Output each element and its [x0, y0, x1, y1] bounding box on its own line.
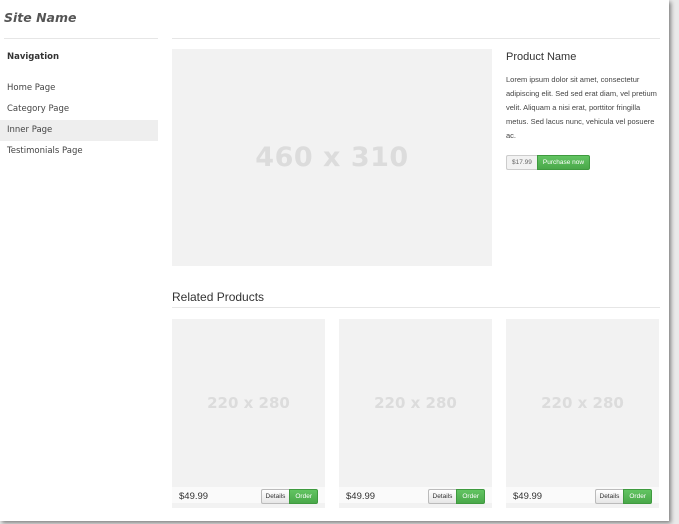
card-price: $49.99: [179, 491, 209, 502]
order-button[interactable]: Order: [289, 489, 318, 504]
purchase-button[interactable]: Purchase now: [536, 155, 591, 170]
related-product-image: 220 x 280: [172, 319, 325, 487]
site-name[interactable]: Site Name: [4, 10, 77, 25]
sidebar: Navigation Home Page Category Page Inner…: [0, 38, 158, 162]
product-info: Product Name Lorem ipsum dolor sit amet,…: [506, 51, 662, 170]
related-product-card: 220 x 280 $49.99 Details Order: [506, 319, 659, 514]
nav-item-category[interactable]: Category Page: [0, 99, 158, 120]
purchase-group: $17.99 Purchase now: [506, 155, 662, 170]
nav-item-home[interactable]: Home Page: [0, 78, 158, 99]
details-button[interactable]: Details: [260, 489, 290, 504]
card-footer: $49.99 Details Order: [339, 487, 492, 508]
details-button[interactable]: Details: [594, 489, 624, 504]
product-name: Product Name: [506, 51, 577, 63]
page-frame: Site Name Navigation Home Page Category …: [0, 0, 669, 521]
related-product-image: 220 x 280: [506, 319, 659, 487]
nav-title: Navigation: [7, 52, 59, 62]
card-buttons: Details Order: [427, 489, 485, 504]
related-divider: [172, 307, 660, 308]
nav-list: Home Page Category Page Inner Page Testi…: [0, 78, 158, 162]
order-button[interactable]: Order: [456, 489, 485, 504]
card-footer: $49.99 Details Order: [172, 487, 325, 508]
related-product-image: 220 x 280: [339, 319, 492, 487]
related-products-title: Related Products: [172, 290, 265, 304]
related-product-card: 220 x 280 $49.99 Details Order: [172, 319, 325, 514]
product-image: 460 x 310: [172, 49, 492, 266]
card-footer: $49.99 Details Order: [506, 487, 659, 508]
details-button[interactable]: Details: [427, 489, 457, 504]
nav-item-testimonials[interactable]: Testimonials Page: [0, 141, 158, 162]
product-description: Lorem ipsum dolor sit amet, consectetur …: [506, 75, 657, 140]
related-product-card: 220 x 280 $49.99 Details Order: [339, 319, 492, 514]
card-buttons: Details Order: [260, 489, 318, 504]
sidebar-divider: [4, 38, 158, 39]
product-price: $17.99: [506, 155, 537, 170]
order-button[interactable]: Order: [623, 489, 652, 504]
card-price: $49.99: [346, 491, 376, 502]
card-buttons: Details Order: [594, 489, 652, 504]
nav-item-inner[interactable]: Inner Page: [0, 120, 158, 141]
card-price: $49.99: [513, 491, 543, 502]
main-divider: [172, 38, 660, 39]
